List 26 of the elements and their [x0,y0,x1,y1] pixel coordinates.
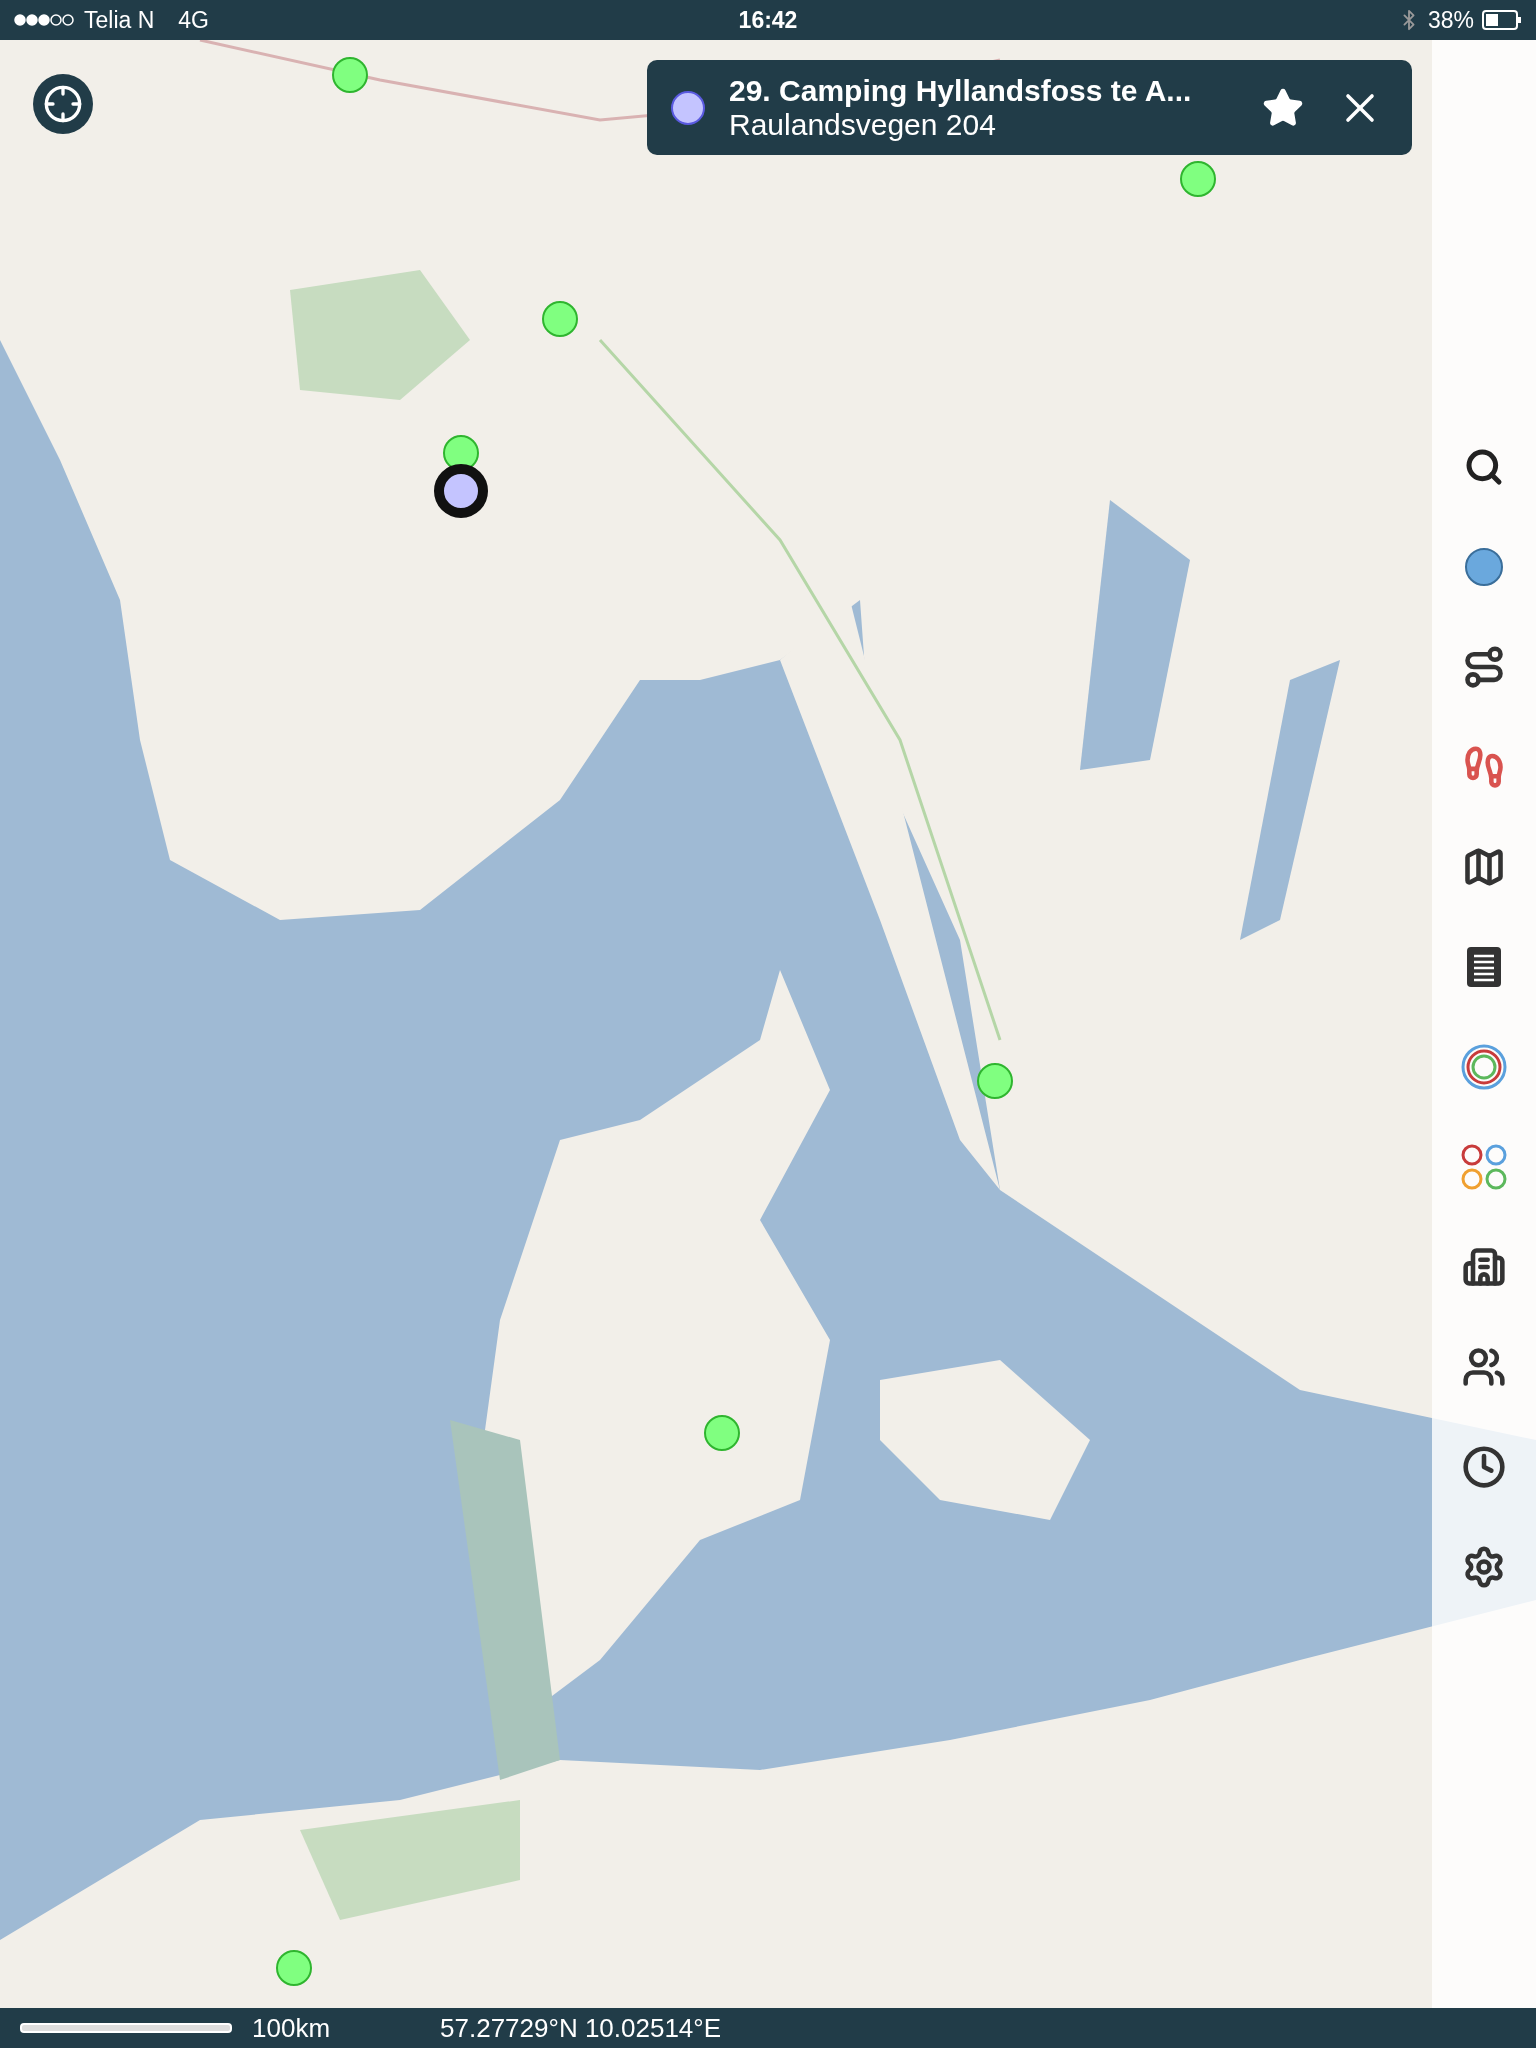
search-icon [1464,447,1504,487]
circles-icon [1460,1143,1508,1191]
clock-time: 16:42 [738,6,798,34]
place-card[interactable]: 29. Camping Hyllandsfoss te A... Raulandsvegen 204 [647,60,1412,155]
place-address: Raulandsvegen 204 [729,107,997,142]
building-icon [1462,1245,1506,1289]
star-icon [1262,86,1304,129]
signal-icon [14,14,74,26]
carrier-name: Telia N [84,6,155,34]
clock-icon [1462,1445,1506,1489]
network-type: 4G [178,6,209,34]
place-title: 29. Camping Hyllandsfoss te A... [729,73,1193,108]
scale-label: 100km [252,2012,331,2044]
place-dot-icon [671,90,705,125]
circle-icon [1464,547,1504,587]
people-icon [1462,1345,1506,1389]
rings-icon [1461,1044,1507,1090]
battery-icon [1482,10,1522,30]
settings-icon [1462,1545,1506,1589]
sidebar-button[interactable] [1460,1443,1508,1491]
list-icon [1467,947,1501,987]
route-icon [1462,645,1506,689]
crosshair-icon [43,84,83,124]
footprints-icon [1462,745,1506,789]
coordinates: 57.27729°N 10.02514°E [440,2012,722,2044]
battery-percent: 38% [1427,6,1474,34]
